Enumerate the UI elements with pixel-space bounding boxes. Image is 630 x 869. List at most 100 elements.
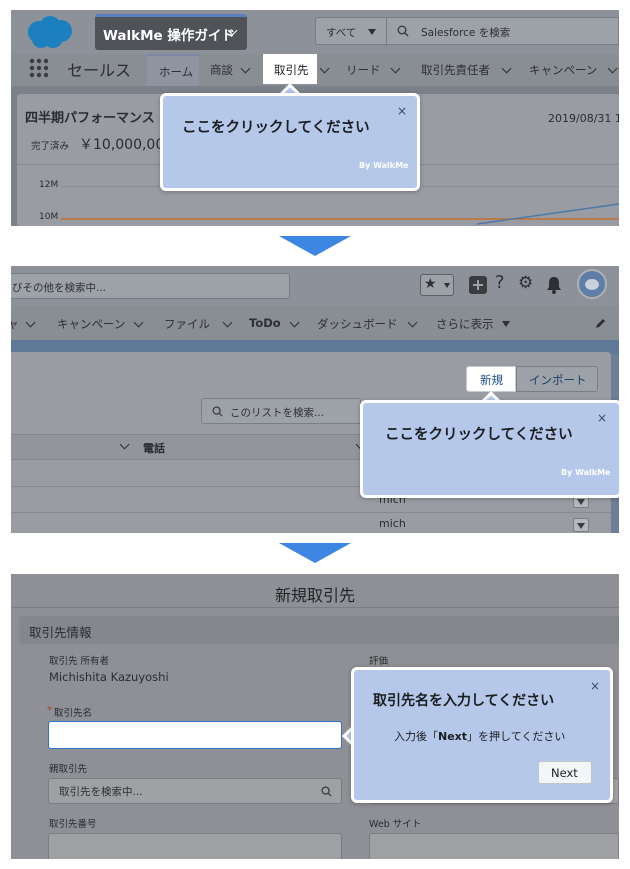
chevron-down-icon xyxy=(222,317,233,328)
global-search-input[interactable]: Salesforce を検索 xyxy=(387,17,619,45)
chevron-down-icon xyxy=(501,63,512,74)
tab-campaigns[interactable]: キャンペーン xyxy=(57,306,147,340)
plus-bar xyxy=(477,280,479,290)
global-search-input[interactable]: びその他を検索中... xyxy=(11,273,290,299)
tab-campaigns[interactable]: キャンペーン xyxy=(529,54,619,86)
tab-files-label: ファイル xyxy=(164,317,210,331)
tab-leads[interactable]: リード xyxy=(346,54,406,86)
tab-home-label: ホーム xyxy=(159,65,194,79)
caret-down-icon xyxy=(444,283,450,288)
more-menu-label: さらに表示 xyxy=(436,317,494,331)
close-icon[interactable]: × xyxy=(590,679,600,693)
tab-contacts-label: 取引先責任者 xyxy=(421,63,490,77)
y-tick-12m: 12M xyxy=(39,180,59,190)
parent-account-input[interactable]: 取引先を検索中... xyxy=(48,778,342,804)
tab-todo[interactable]: ToDo xyxy=(249,306,309,340)
caret-down-icon xyxy=(577,499,585,505)
step3-panel: 新規取引先 取引先情報 取引先 所有者 Michishita Kazuyoshi… xyxy=(11,574,619,859)
close-icon[interactable]: × xyxy=(597,411,607,425)
tab-leads-label: リード xyxy=(346,63,381,77)
step-arrow-down-icon xyxy=(279,236,351,256)
tab-campaigns-label: キャンペーン xyxy=(57,317,126,331)
caret-down-icon xyxy=(368,29,376,35)
required-mark: * xyxy=(47,705,52,716)
tip-title: 取引先名を入力してください xyxy=(373,693,555,709)
tab-dashboards-label: ダッシュボード xyxy=(317,317,398,331)
account-number-input[interactable] xyxy=(48,833,342,859)
app-name: セールス xyxy=(67,61,132,80)
next-button-label: Next xyxy=(551,766,578,780)
chevron-down-icon xyxy=(240,63,251,74)
global-actions-icon[interactable] xyxy=(469,276,487,294)
table-row: mich xyxy=(11,512,611,533)
app-launcher-icon[interactable] xyxy=(29,58,49,78)
search-icon xyxy=(321,786,332,797)
caret-down-icon xyxy=(502,321,510,327)
website-input[interactable] xyxy=(369,833,619,859)
section-title: 取引先情報 xyxy=(29,625,92,640)
new-button-label: 新規 xyxy=(480,373,503,387)
chevron-down-icon xyxy=(407,317,418,328)
avatar-face xyxy=(585,279,599,290)
gear-icon[interactable]: ⚙ xyxy=(518,273,533,293)
card-date: 2019/08/31 1 xyxy=(548,112,619,125)
new-button[interactable]: 新規 xyxy=(466,366,516,392)
avatar[interactable] xyxy=(577,269,607,299)
owner-value: Michishita Kazuyoshi xyxy=(49,670,169,684)
tab-dashboards[interactable]: ダッシュボード xyxy=(317,306,427,340)
next-button[interactable]: Next xyxy=(538,761,592,784)
walkme-tooltip-step3: × 取引先名を入力してください 入力後「Next」を押してください Next xyxy=(351,667,613,803)
trend-line xyxy=(477,203,619,225)
import-button[interactable]: インポート xyxy=(516,366,598,392)
tab-campaigns-label: キャンペーン xyxy=(529,63,598,77)
salesforce-logo-icon[interactable] xyxy=(23,14,75,50)
help-icon[interactable]: ? xyxy=(495,272,505,293)
tab-home[interactable]: ホーム xyxy=(147,54,199,86)
tab-opportunities-label: 商談 xyxy=(210,63,233,77)
step-arrow-down-icon xyxy=(279,543,351,563)
tab-accounts[interactable]: 取引先 xyxy=(263,54,317,84)
bell-icon[interactable] xyxy=(545,276,563,294)
section-header[interactable]: 取引先情報 xyxy=(19,616,619,644)
card-title: 四半期パフォーマンス xyxy=(25,111,155,126)
divider xyxy=(11,607,619,608)
chevron-down-icon xyxy=(289,317,300,328)
search-scope-select[interactable]: すべて xyxy=(315,17,387,45)
parent-account-placeholder: 取引先を検索中... xyxy=(59,786,143,798)
column-phone[interactable]: 電話 xyxy=(143,440,165,456)
row-action-button[interactable] xyxy=(573,518,589,532)
walkme-tooltip-step2: × ここをクリックしてください By WalkMe xyxy=(360,400,619,498)
tab-partial-label: ャ xyxy=(11,317,19,331)
owner-label: 取引先 所有者 xyxy=(49,656,110,667)
rating-label: 評価 xyxy=(369,656,389,667)
account-number-label: 取引先番号 xyxy=(49,819,97,830)
chevron-down-icon xyxy=(133,317,144,328)
favorites-button[interactable]: ★ xyxy=(420,274,454,296)
tip-title: ここをクリックしてください xyxy=(182,120,370,136)
parent-account-label: 親取引先 xyxy=(49,764,88,775)
tip-body-prefix: 入力後「 xyxy=(394,730,438,743)
step2-panel: びその他を検索中... ★ ? ⚙ ャ キャンペーン ファイル ToDo ダッシ… xyxy=(11,266,619,533)
tab-contacts[interactable]: 取引先責任者 xyxy=(421,54,521,86)
search-placeholder: びその他を検索中... xyxy=(12,282,107,294)
account-name-label: 取引先名 xyxy=(54,708,93,719)
import-button-label: インポート xyxy=(529,373,587,387)
tab-files[interactable]: ファイル xyxy=(164,306,244,340)
walkme-guide-steps: WalkMe 操作ガイド すべて Salesforce を検索 セールス ホーム… xyxy=(0,0,630,869)
caret-down-icon xyxy=(577,523,585,529)
edit-pencil-icon[interactable] xyxy=(595,317,607,329)
search-placeholder: Salesforce を検索 xyxy=(421,27,511,39)
tip-title: ここをクリックしてください xyxy=(385,427,573,443)
star-icon: ★ xyxy=(424,276,437,292)
tab-accounts-label: 取引先 xyxy=(274,63,309,77)
tip-body-suffix: 」を押してください xyxy=(467,730,566,743)
chevron-down-icon xyxy=(119,439,130,450)
close-icon[interactable]: × xyxy=(397,104,407,118)
row-owner: mich xyxy=(379,517,406,530)
more-menu[interactable]: さらに表示 xyxy=(436,306,526,340)
step1-panel: WalkMe 操作ガイド すべて Salesforce を検索 セールス ホーム… xyxy=(11,10,619,226)
account-name-input[interactable] xyxy=(48,721,342,749)
list-search-input[interactable]: このリストを検索... xyxy=(201,398,361,424)
tab-opportunities[interactable]: 商談 xyxy=(210,54,260,86)
walkme-menu-button[interactable]: WalkMe 操作ガイド xyxy=(95,14,247,50)
